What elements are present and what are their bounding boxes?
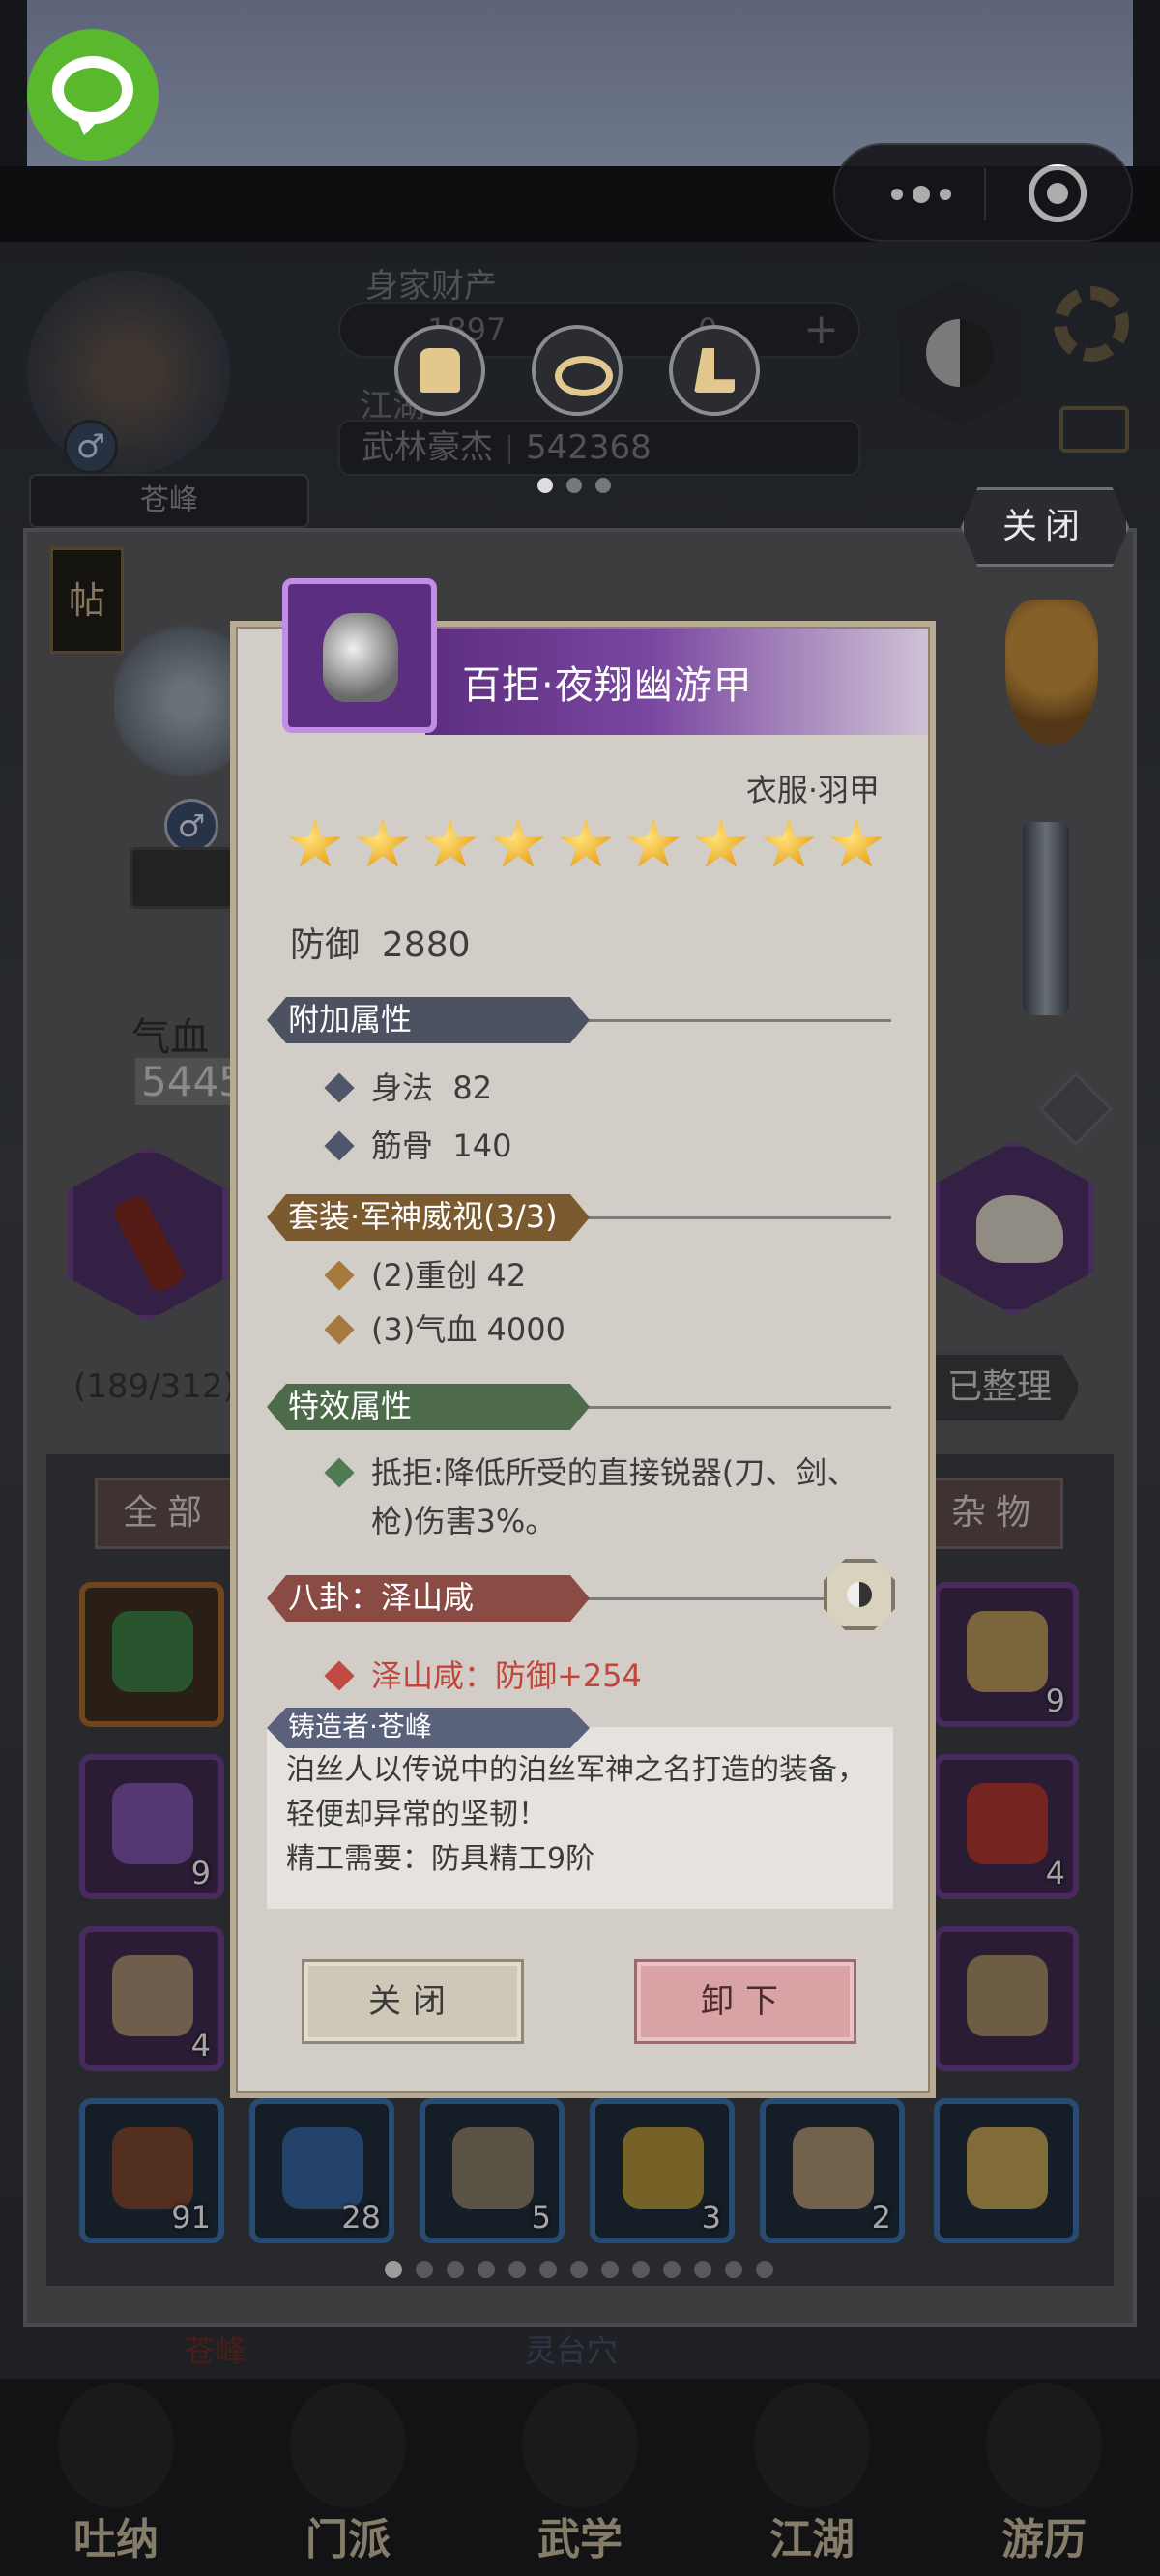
- star-icon: [492, 818, 544, 867]
- divider: [541, 1019, 891, 1022]
- special-text-1: 抵拒:降低所受的直接锐器(刀、剑、: [371, 1454, 858, 1491]
- set-attr-text: (2)重创 42: [371, 1257, 527, 1294]
- special-attr-cont: 枪)伤害3%。: [371, 1503, 557, 1539]
- bagua-attr: 泽山咸：防御+254: [324, 1652, 642, 1696]
- belt-slot-tab[interactable]: [532, 325, 623, 416]
- attr-value: 82: [452, 1069, 493, 1106]
- panel-close-button[interactable]: 关闭: [961, 487, 1129, 567]
- diamond-icon: [324, 1130, 355, 1161]
- boots-slot-tab[interactable]: [669, 325, 760, 416]
- chat-logo-icon[interactable]: [27, 29, 159, 161]
- divider: [580, 1216, 891, 1219]
- star-icon: [357, 818, 409, 867]
- attr-value: 140: [452, 1127, 512, 1164]
- item-type: 衣服·羽甲: [745, 772, 880, 808]
- defense-value: 2880: [381, 925, 471, 965]
- defense-label: 防御: [290, 925, 361, 965]
- diamond-icon: [324, 1314, 355, 1345]
- section-extra-attrs: 附加属性: [267, 997, 590, 1043]
- star-icon: [289, 818, 341, 867]
- diamond-icon: [324, 1260, 355, 1291]
- item-stars: [288, 818, 884, 872]
- section-maker: 铸造者·苍峰: [267, 1708, 590, 1748]
- star-icon: [424, 818, 477, 867]
- attr-name: 筋骨: [371, 1127, 434, 1164]
- desc-line-3: 精工需要：防具精工9阶: [286, 1842, 595, 1876]
- set-attr-text: (3)气血 4000: [371, 1311, 566, 1348]
- helmet-armor-icon: [323, 613, 398, 702]
- divider: [580, 1597, 831, 1600]
- star-icon: [560, 818, 612, 867]
- defense-row: 防御 2880: [290, 917, 471, 967]
- top-banner: [27, 0, 1133, 166]
- extra-attr: 身法 82: [324, 1064, 493, 1108]
- attr-name: 身法: [371, 1069, 434, 1106]
- star-icon: [763, 818, 815, 867]
- item-name: 百拒·夜翔幽游甲: [462, 663, 753, 708]
- bagua-attr-text: 泽山咸：防御+254: [371, 1657, 642, 1694]
- unequip-button[interactable]: 卸下: [634, 1959, 856, 2044]
- star-icon: [627, 818, 680, 867]
- armor-slot-tab[interactable]: [394, 325, 485, 416]
- star-icon: [830, 818, 883, 867]
- close-button[interactable]: 关闭: [302, 1959, 524, 2044]
- section-bagua: 八卦：泽山咸: [267, 1575, 590, 1622]
- special-attr: 抵拒:降低所受的直接锐器(刀、剑、: [324, 1449, 858, 1493]
- extra-attr: 筋骨 140: [324, 1122, 512, 1166]
- divider: [580, 1406, 891, 1409]
- section-special: 特效属性: [267, 1384, 590, 1430]
- diamond-icon: [324, 1072, 355, 1103]
- desc-line-2: 轻便却异常的坚韧！: [286, 1798, 547, 1831]
- item-icon-frame: [282, 578, 437, 733]
- slot-pager: [537, 478, 611, 493]
- equip-slot-tabs: [394, 325, 760, 416]
- star-icon: [695, 818, 747, 867]
- set-attr: (2)重创 42: [324, 1251, 527, 1296]
- item-description: 泊丝人以传说中的泊丝军神之名打造的装备， 轻便却异常的坚韧！ 精工需要：防具精工…: [267, 1727, 893, 1909]
- set-attr: (3)气血 4000: [324, 1305, 566, 1350]
- desc-line-1: 泊丝人以传说中的泊丝军神之名打造的装备，: [286, 1753, 866, 1787]
- diamond-icon: [324, 1457, 355, 1488]
- section-set: 套装·军神威视(3/3): [267, 1194, 590, 1241]
- diamond-icon: [324, 1660, 355, 1691]
